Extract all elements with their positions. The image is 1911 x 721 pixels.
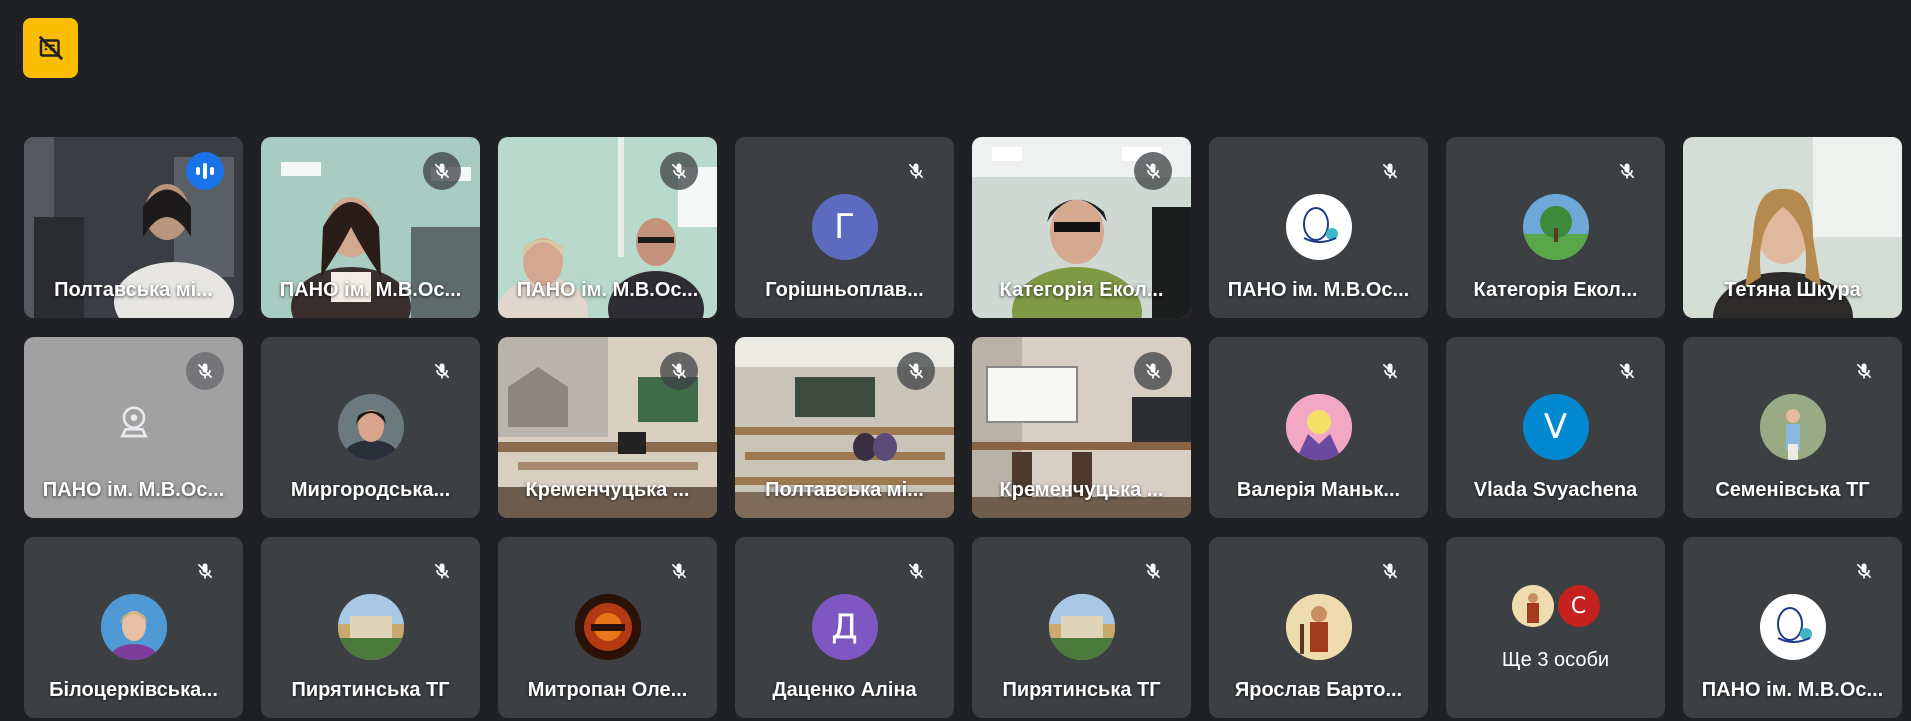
participant-avatar xyxy=(337,594,404,660)
participant-tile[interactable]: Ярослав Барто... xyxy=(1209,537,1428,718)
participant-tile[interactable]: Семенівська ТГ xyxy=(1683,337,1902,518)
participant-tile[interactable]: Полтавська мі... xyxy=(24,137,243,318)
participant-name: Семенівська ТГ xyxy=(1715,479,1870,501)
mic-off-icon xyxy=(1845,552,1883,590)
participant-avatar: V xyxy=(1522,394,1589,460)
participant-name: ПАНО ім. М.В.Ос... xyxy=(42,479,225,501)
mic-off-icon xyxy=(423,352,461,390)
mic-off-icon xyxy=(1134,152,1172,190)
mic-off-icon xyxy=(1371,152,1409,190)
mic-off-icon xyxy=(1845,352,1883,390)
mic-off-icon xyxy=(1134,352,1172,390)
hide-self-view-icon xyxy=(38,35,63,61)
participant-tile[interactable]: Пирятинська ТГ xyxy=(261,537,480,718)
participant-avatar xyxy=(100,594,167,660)
participant-avatar xyxy=(1285,594,1352,660)
participant-name: Пирятинська ТГ xyxy=(291,679,450,701)
organization-logo xyxy=(1759,594,1826,660)
participant-name: Vlada Svyachena xyxy=(1473,479,1638,501)
participant-tile[interactable]: Д Даценко Аліна xyxy=(735,537,954,718)
participant-tile[interactable]: Тетяна Шкура xyxy=(1683,137,1902,318)
mic-off-icon xyxy=(897,352,935,390)
participant-avatar xyxy=(1048,594,1115,660)
participant-avatar xyxy=(1759,394,1826,460)
participant-grid: Полтавська мі... ПАНО ім. М.В.Ос... ПАНО… xyxy=(24,137,1902,718)
mic-off-icon xyxy=(1608,352,1646,390)
participant-tile[interactable]: Пирятинська ТГ xyxy=(972,537,1191,718)
mic-off-icon xyxy=(660,552,698,590)
participant-tile[interactable]: Кременчуцька ... xyxy=(972,337,1191,518)
mic-off-icon xyxy=(897,152,935,190)
participant-avatar xyxy=(1285,394,1352,460)
participant-name: Миргородська... xyxy=(290,479,451,501)
participant-tile[interactable]: Категорія Екол... xyxy=(1446,137,1665,318)
participant-name: Полтавська мі... xyxy=(765,479,924,501)
participant-name: Митропан Оле... xyxy=(527,679,688,701)
mic-off-icon xyxy=(1371,352,1409,390)
participant-avatar xyxy=(574,594,641,660)
audio-level-icon xyxy=(186,152,224,190)
participant-tile[interactable]: ПАНО ім. М.В.Ос... xyxy=(498,137,717,318)
mic-off-icon xyxy=(1608,152,1646,190)
participant-name: Горішньоплав... xyxy=(765,279,924,301)
participant-name: ПАНО ім. М.В.Ос... xyxy=(516,279,699,301)
mic-off-icon xyxy=(423,152,461,190)
participant-name: ПАНО ім. М.В.Ос... xyxy=(279,279,462,301)
more-avatars: С xyxy=(1446,585,1665,627)
participant-avatar: Г xyxy=(811,194,878,260)
participant-name: Пирятинська ТГ xyxy=(1002,679,1161,701)
organization-logo xyxy=(1285,194,1352,260)
participant-tile[interactable]: Полтавська мі... xyxy=(735,337,954,518)
participant-name: Категорія Екол... xyxy=(1473,279,1638,301)
mic-off-icon xyxy=(1371,552,1409,590)
hide-self-view-button[interactable] xyxy=(23,18,78,78)
participant-avatar xyxy=(1511,585,1554,627)
participant-tile[interactable]: ПАНО ім. М.В.Ос... xyxy=(24,337,243,518)
participant-name: Даценко Аліна xyxy=(772,679,917,701)
mic-off-icon xyxy=(423,552,461,590)
participant-tile[interactable]: Г Горішньоплав... xyxy=(735,137,954,318)
participant-tile[interactable]: Миргородська... xyxy=(261,337,480,518)
mic-off-icon xyxy=(186,352,224,390)
webcam-icon xyxy=(112,399,156,443)
participant-name: Білоцерківська... xyxy=(49,679,218,701)
participant-avatar xyxy=(1522,194,1589,260)
participant-name: Кременчуцька ... xyxy=(999,479,1164,501)
participant-tile[interactable]: ПАНО ім. М.В.Ос... xyxy=(261,137,480,318)
mic-off-icon xyxy=(186,552,224,590)
participant-tile[interactable]: Валерія Маньк... xyxy=(1209,337,1428,518)
mic-off-icon xyxy=(1134,552,1172,590)
participant-avatar: С xyxy=(1557,585,1600,627)
mic-off-icon xyxy=(660,152,698,190)
participant-name: ПАНО ім. М.В.Ос... xyxy=(1701,679,1884,701)
more-participants-tile[interactable]: С Ще 3 особи xyxy=(1446,537,1665,718)
participant-tile[interactable]: V Vlada Svyachena xyxy=(1446,337,1665,518)
participant-name: ПАНО ім. М.В.Ос... xyxy=(1227,279,1410,301)
participant-name: Ярослав Барто... xyxy=(1234,679,1403,701)
participant-avatar xyxy=(337,394,404,460)
participant-name: Полтавська мі... xyxy=(54,279,213,301)
mic-off-icon xyxy=(660,352,698,390)
participant-name: Категорія Екол... xyxy=(999,279,1164,301)
participant-name: Валерія Маньк... xyxy=(1236,479,1401,501)
participant-tile[interactable]: Кременчуцька ... xyxy=(498,337,717,518)
participant-name: Тетяна Шкура xyxy=(1724,279,1861,301)
mic-off-icon xyxy=(897,552,935,590)
participant-name: Кременчуцька ... xyxy=(525,479,690,501)
participant-avatar: Д xyxy=(811,594,878,660)
participant-tile[interactable]: ПАНО ім. М.В.Ос... xyxy=(1209,137,1428,318)
participant-tile[interactable]: ПАНО ім. М.В.Ос... xyxy=(1683,537,1902,718)
participant-tile[interactable]: Митропан Оле... xyxy=(498,537,717,718)
participant-tile[interactable]: Категорія Екол... xyxy=(972,137,1191,318)
more-participants-label: Ще 3 особи xyxy=(1501,649,1610,671)
participant-tile[interactable]: Білоцерківська... xyxy=(24,537,243,718)
